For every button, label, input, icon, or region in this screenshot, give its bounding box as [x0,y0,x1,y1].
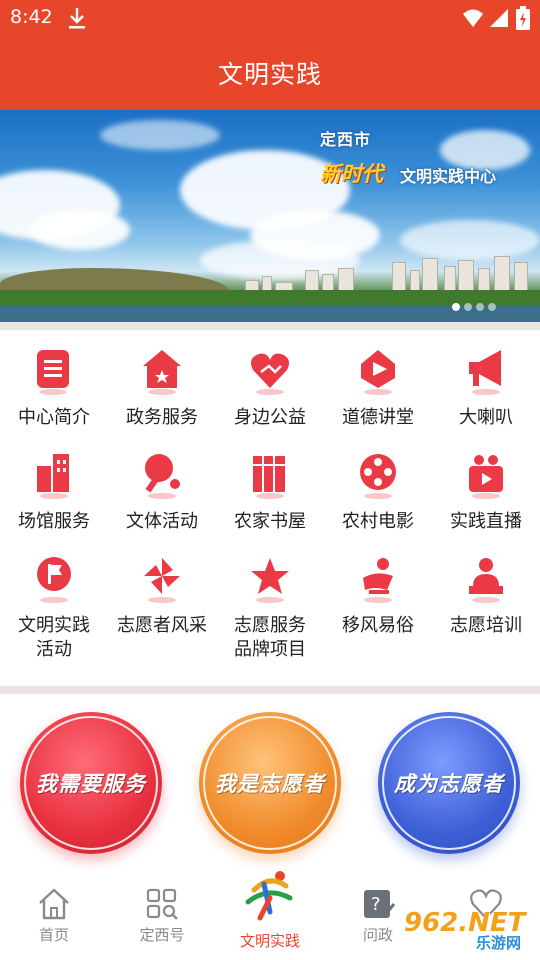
cloud [30,210,130,250]
grid-item-farm-library[interactable]: 农家书屋 [216,434,324,538]
grid-label: 中心简介 [18,407,90,428]
tab-label: 文明实践 [239,932,300,950]
trainer-icon [469,558,503,603]
wifi-icon [463,9,483,27]
signal-icon [490,9,508,27]
building-icon [37,454,69,499]
question-edit-icon: ? [364,890,396,918]
grid-label: 文体活动 [126,511,198,532]
home-icon [39,888,69,920]
carousel-dot[interactable] [452,303,460,311]
tab-practice[interactable]: 文明实践 [216,871,324,960]
divider [0,322,540,330]
building [422,258,438,294]
status-bar: 8:42 [0,0,540,38]
grid-item-loudspeaker[interactable]: 大喇叭 [432,330,540,434]
grid-item-government[interactable]: 政务服务 [108,330,216,434]
watermark: 962.NET 乐游网 [398,906,538,956]
download-icon [69,8,85,29]
banner-slogan: 文明实践中心 [400,167,497,186]
grid-label: 实践直播 [450,511,522,532]
grid-item-venue-service[interactable]: 场馆服务 [0,434,108,538]
video-camera-icon [469,455,503,499]
cloud [400,220,540,260]
pinwheel-icon [144,558,180,603]
grid-label: 志愿者风采 [117,615,207,636]
tab-home[interactable]: 首页 [0,872,108,960]
banner-city: 定西市 [320,130,372,149]
grid-item-live-stream[interactable]: 实践直播 [432,434,540,538]
button-label: 我需要服务 [36,772,146,796]
carousel-dot[interactable] [464,303,472,311]
government-icon [143,350,181,395]
button-label: 我是志愿者 [215,772,325,796]
status-time: 8:42 [10,6,53,28]
grid-item-center-intro[interactable]: 中心简介 [0,330,108,434]
hero-banner[interactable]: 定西市 新时代 文明实践中心 [0,110,540,322]
app-header: 8:42 文明实践 [0,0,540,110]
grid-label: 场馆服务 [18,511,90,532]
carousel-dot[interactable] [488,303,496,311]
cloud [100,120,220,150]
civilization-logo-icon [245,871,293,921]
reading-person-icon [363,558,393,603]
grid-item-volunteer-style[interactable]: 志愿者风采 [108,538,216,668]
service-grid: 中心简介 政务服务 身边公益 道德讲堂 大喇叭 场馆服务 文体活动 农家书屋 农… [0,330,540,686]
flag-icon [37,557,71,603]
grid-label: 文明实践 活动 [18,615,90,660]
heart-hand-icon [251,353,289,395]
watermark-site: 乐游网 [476,934,522,952]
grid-label: 农家书屋 [234,511,306,532]
star-icon [251,558,289,603]
grid-label: 身边公益 [234,407,306,428]
i-am-volunteer-button[interactable]: 我是志愿者 [199,712,341,854]
grid-label: 政务服务 [126,407,198,428]
grid-search-icon [146,888,178,920]
grid-item-public-welfare[interactable]: 身边公益 [216,330,324,434]
ping-pong-icon [145,454,180,499]
grid-label: 志愿服务 品牌项目 [234,615,306,660]
tab-label: 定西号 [139,926,185,944]
document-icon [37,350,69,395]
svg-text:?: ? [371,894,381,915]
grid-label: 移风易俗 [342,615,414,636]
grid-item-rural-film[interactable]: 农村电影 [324,434,432,538]
building [458,260,474,294]
grid-item-custom-reform[interactable]: 移风易俗 [324,538,432,668]
building [494,256,510,294]
button-label: 成为志愿者 [394,772,504,796]
carousel-dot[interactable] [476,303,484,311]
megaphone-icon [469,350,501,395]
books-icon [253,456,285,499]
grid-item-moral-lecture[interactable]: 道德讲堂 [324,330,432,434]
grid-item-volunteer-brand[interactable]: 志愿服务 品牌项目 [216,538,324,668]
banner-slogan-highlight: 新时代 [320,162,383,186]
grid-label: 大喇叭 [459,407,513,428]
play-lecture-icon [361,350,395,395]
tab-label: 首页 [38,926,69,944]
tab-dingxi[interactable]: 定西号 [108,872,216,960]
grid-label: 志愿培训 [450,615,522,636]
grid-item-civilized-practice-activity[interactable]: 文明实践 活动 [0,538,108,668]
film-reel-icon [360,454,396,499]
cloud [200,240,360,280]
grid-item-culture-sports[interactable]: 文体活动 [108,434,216,538]
battery-icon [516,6,530,30]
grid-label: 道德讲堂 [342,407,414,428]
become-volunteer-button[interactable]: 成为志愿者 [378,712,520,854]
page-title: 文明实践 [217,60,322,89]
grid-item-volunteer-training[interactable]: 志愿培训 [432,538,540,668]
carousel-indicator [452,296,500,315]
grid-label: 农村电影 [342,511,414,532]
divider [0,686,540,694]
need-service-button[interactable]: 我需要服务 [20,712,162,854]
